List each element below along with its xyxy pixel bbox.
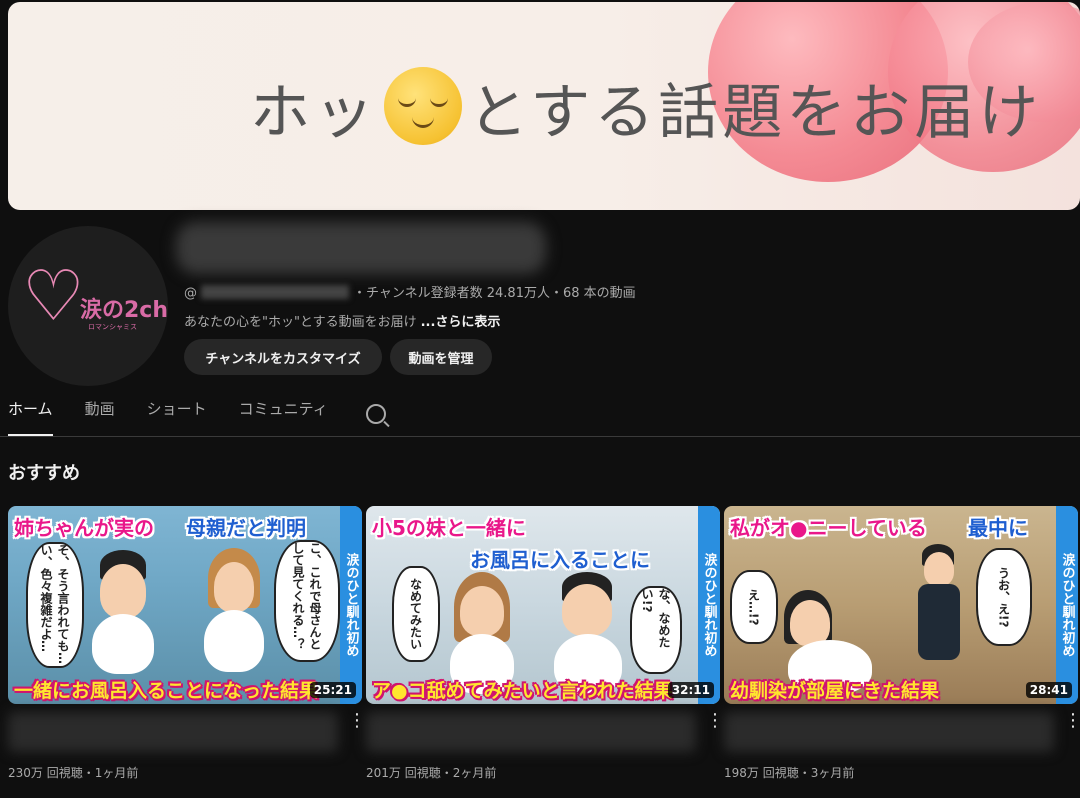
tab-shorts[interactable]: ショート <box>147 398 207 436</box>
banner-text: ホッ とする話題をお届け <box>250 64 1042 151</box>
channel-name-redacted <box>176 222 546 274</box>
character <box>100 564 146 618</box>
avatar-logo-subtext: ロマンシャミス <box>88 323 137 331</box>
video-title-redacted[interactable] <box>8 712 338 752</box>
video-thumbnail[interactable]: 私がオ●ニーしている 最中に え…!? うお、え!? 幼馴染が部屋にきた結果 涙… <box>724 506 1078 704</box>
character <box>790 600 830 646</box>
character <box>562 584 612 636</box>
description-text: あなたの心を"ホッ"とする動画をお届け <box>184 315 417 330</box>
video-title-redacted[interactable] <box>724 712 1054 752</box>
customize-channel-button[interactable]: チャンネルをカスタマイズ <box>184 339 382 375</box>
thumb-title-bottom: ア●コ舐めてみたいと言われた結果 <box>372 680 673 702</box>
tabs-divider <box>0 436 1080 437</box>
channel-banner: ホッ とする話題をお届け <box>8 2 1080 210</box>
channel-tag: 涙のひと馴れ初め <box>340 506 362 704</box>
video-thumbnail[interactable]: 小5の妹と一緒に お風呂に入ることに なめてみたい な、なめたい!? ア●コ舐め… <box>366 506 720 704</box>
video-stats: 201万 回視聴・2ヶ月前 <box>366 766 497 780</box>
search-icon[interactable] <box>365 404 386 424</box>
video-card[interactable]: 私がオ●ニーしている 最中に え…!? うお、え!? 幼馴染が部屋にきた結果 涙… <box>724 506 1080 781</box>
character-towel <box>92 614 154 674</box>
thumb-title-top2: 母親だと判明 <box>186 516 306 540</box>
thumb-title-top: 姉ちゃんが実の <box>14 516 154 540</box>
character-towel <box>204 610 264 672</box>
channel-description[interactable]: あなたの心を"ホッ"とする動画をお届け ...さらに表示 <box>184 311 500 330</box>
tab-community[interactable]: コミュニティ <box>239 398 328 436</box>
relieved-face-icon <box>384 67 462 145</box>
tab-videos[interactable]: 動画 <box>85 398 115 436</box>
speech-bubble: こ、これで母さんとして見てくれる…？ <box>274 540 340 662</box>
banner-text-start: ホッ <box>250 78 378 148</box>
character <box>924 552 954 586</box>
video-duration: 28:41 <box>1025 682 1072 698</box>
more-options-icon[interactable]: ⋮ <box>1064 712 1080 732</box>
channel-avatar[interactable]: ♡ 涙の2ch ロマンシャミス <box>8 226 168 386</box>
more-options-icon[interactable]: ⋮ <box>348 712 366 732</box>
speech-bubble: なめてみたい <box>392 566 440 662</box>
banner-text-end: とする話題をお届け <box>468 78 1043 148</box>
speech-bubble: そ、そう言われても…い、色々複雑だよ… <box>26 542 84 668</box>
character-uniform <box>918 584 960 660</box>
channel-tabs: ホーム 動画 ショート コミュニティ <box>8 398 386 436</box>
channel-tag: 涙のひと馴れ初め <box>1056 506 1078 704</box>
tab-home[interactable]: ホーム <box>8 398 53 436</box>
video-title-redacted[interactable] <box>366 712 696 752</box>
video-duration: 32:11 <box>667 682 714 698</box>
speech-bubble: な、なめたい!? <box>630 586 682 674</box>
section-title: おすすめ <box>8 463 80 484</box>
channel-handle-prefix: @ <box>184 286 197 301</box>
more-options-icon[interactable]: ⋮ <box>706 712 724 732</box>
avatar-logo-text: 涙の2ch <box>80 298 168 323</box>
video-thumbnail[interactable]: 姉ちゃんが実の 母親だと判明 そ、そう言われても…い、色々複雑だよ… こ、これで… <box>8 506 362 704</box>
video-stats: 198万 回視聴・3ヶ月前 <box>724 766 855 780</box>
video-card[interactable]: 小5の妹と一緒に お風呂に入ることに なめてみたい な、なめたい!? ア●コ舐め… <box>366 506 724 781</box>
channel-stats: ・チャンネル登録者数 24.81万人・68 本の動画 <box>353 286 636 301</box>
video-duration: 25:21 <box>309 682 356 698</box>
speech-bubble: え…!? <box>730 570 778 644</box>
thumb-title-top2: 最中に <box>968 516 1028 540</box>
thumb-title-bottom: 一緒にお風呂入ることになった結果 <box>14 680 319 702</box>
more-link[interactable]: ...さらに表示 <box>421 315 501 330</box>
character <box>460 586 504 636</box>
channel-meta: @ ・チャンネル登録者数 24.81万人・68 本の動画 <box>184 282 636 301</box>
character <box>214 562 254 612</box>
channel-handle-redacted <box>201 285 349 299</box>
thumb-title-bottom: 幼馴染が部屋にきた結果 <box>730 680 940 702</box>
channel-tag: 涙のひと馴れ初め <box>698 506 720 704</box>
video-stats: 230万 回視聴・1ヶ月前 <box>8 766 139 780</box>
manage-videos-button[interactable]: 動画を管理 <box>390 339 492 375</box>
speech-bubble: うお、え!? <box>976 548 1032 646</box>
heart-logo-icon: ♡ <box>22 255 85 337</box>
thumb-title-top: 私がオ●ニーしている <box>730 516 927 540</box>
thumb-title-top: 小5の妹と一緒に <box>372 516 526 540</box>
video-card[interactable]: 姉ちゃんが実の 母親だと判明 そ、そう言われても…い、色々複雑だよ… こ、これで… <box>8 506 366 781</box>
thumb-title-top2: お風呂に入ることに <box>470 548 650 572</box>
